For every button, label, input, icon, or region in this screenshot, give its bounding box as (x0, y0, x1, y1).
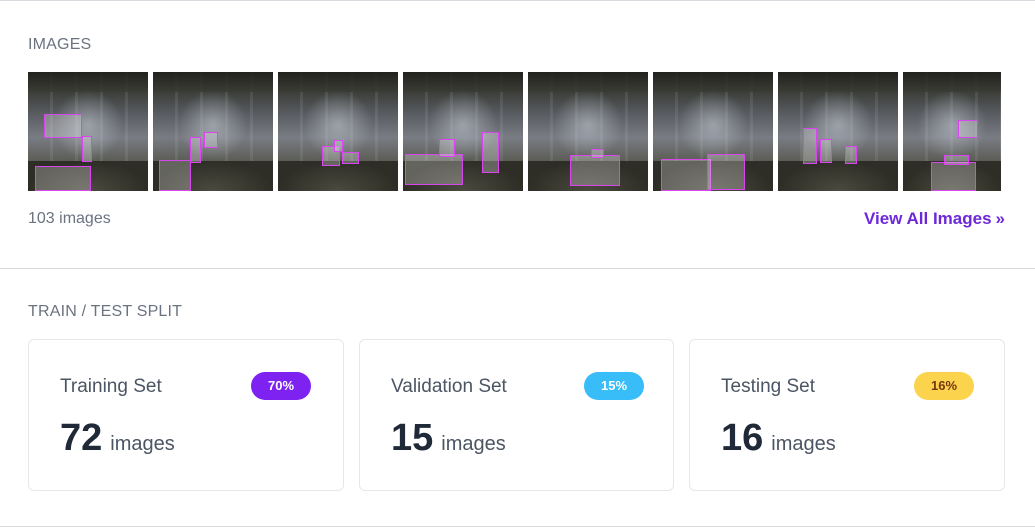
set-count-row: 16 images (721, 418, 836, 464)
image-thumbnail[interactable] (528, 72, 648, 191)
image-thumbnail[interactable] (778, 72, 898, 191)
set-count-row: 72 images (60, 418, 175, 464)
training-set-card: Training Set 70% 72 images (28, 339, 344, 491)
percent-badge: 70% (251, 372, 311, 400)
bottom-divider (0, 526, 1035, 527)
set-name: Validation Set (391, 376, 507, 397)
annotation-box (439, 139, 455, 157)
view-all-images-link[interactable]: View All Images» (864, 209, 1005, 229)
set-count: 15 (391, 417, 434, 459)
annotation-box (570, 155, 620, 186)
image-count: 103 images (28, 210, 111, 227)
image-thumbnail[interactable] (278, 72, 398, 191)
annotation-box (204, 132, 218, 148)
percent-badge: 15% (584, 372, 644, 400)
top-divider (0, 0, 1035, 1)
annotation-box (35, 166, 91, 191)
annotation-box (44, 114, 82, 138)
image-thumbnail[interactable] (903, 72, 1001, 191)
annotation-box (944, 155, 969, 165)
section-divider (0, 268, 1035, 269)
annotation-box (845, 146, 857, 164)
split-section-title: TRAIN / TEST SPLIT (28, 303, 183, 320)
image-thumbnail[interactable] (653, 72, 773, 191)
validation-set-card: Validation Set 15% 15 images (359, 339, 674, 491)
image-thumbnail-strip (28, 72, 1005, 191)
image-thumbnail[interactable] (403, 72, 523, 191)
set-count-unit: images (110, 433, 175, 455)
set-count-row: 15 images (391, 418, 506, 464)
set-count: 72 (60, 417, 103, 459)
annotation-box (342, 152, 359, 164)
annotation-box (405, 154, 463, 185)
annotation-box (661, 159, 711, 191)
annotation-box (591, 149, 604, 158)
image-thumbnail[interactable] (28, 72, 148, 191)
set-count-unit: images (771, 433, 836, 455)
annotation-box (707, 154, 745, 190)
double-chevron-right-icon: » (995, 209, 1005, 228)
images-section-title: IMAGES (28, 36, 92, 53)
annotation-box (958, 120, 978, 138)
annotation-box (190, 137, 201, 163)
annotation-box (820, 139, 832, 163)
view-all-images-label: View All Images (863, 209, 992, 228)
testing-set-card: Testing Set 16% 16 images (689, 339, 1005, 491)
annotation-box (334, 140, 343, 152)
annotation-box (931, 162, 976, 191)
annotation-box (803, 128, 817, 164)
set-name: Training Set (60, 376, 162, 397)
percent-badge: 16% (914, 372, 974, 400)
annotation-box (482, 132, 499, 173)
set-count-unit: images (441, 433, 506, 455)
set-name: Testing Set (721, 376, 815, 397)
annotation-box (159, 160, 191, 191)
image-thumbnail[interactable] (153, 72, 273, 191)
annotation-box (82, 136, 92, 162)
set-count: 16 (721, 417, 764, 459)
